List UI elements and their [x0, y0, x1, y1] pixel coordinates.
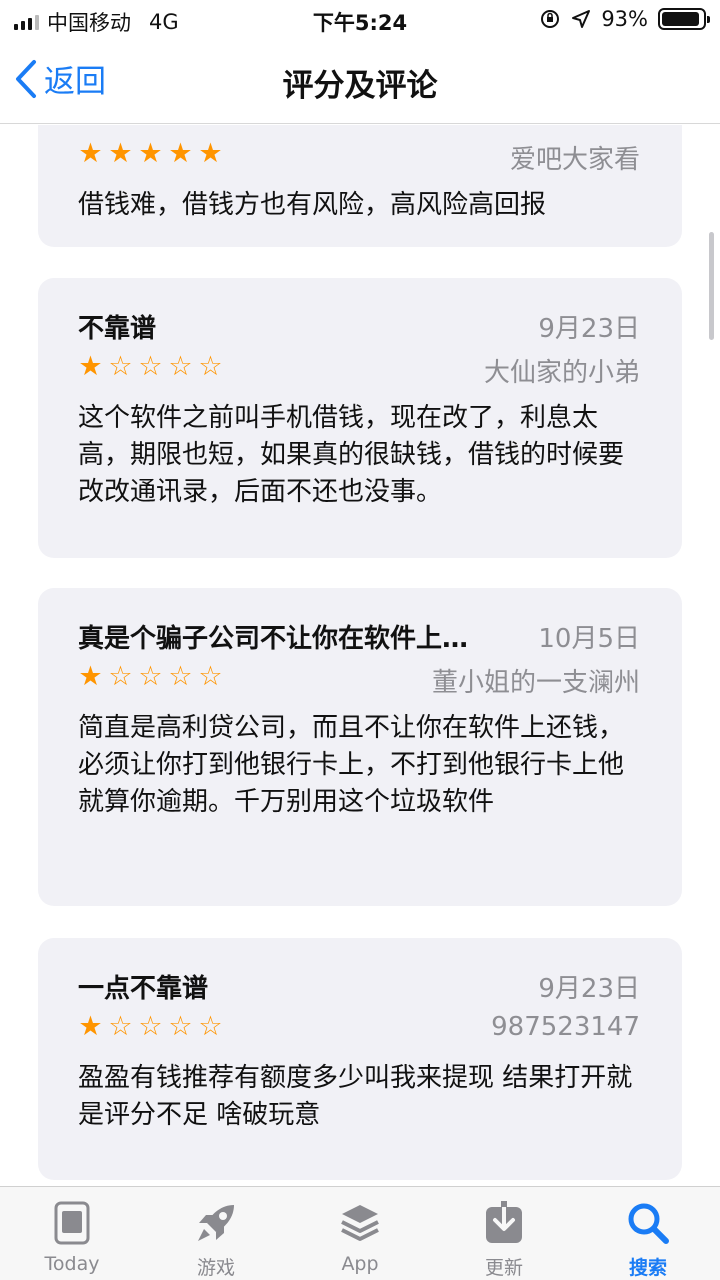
- star-rating: ★ ☆ ☆ ☆ ☆: [76, 662, 225, 692]
- star-empty-icon: ☆: [138, 661, 163, 692]
- orientation-lock-icon: [541, 10, 560, 28]
- review-body: 简直是高利贷公司，而且不让你在软件上还钱，必须让你打到他银行卡上，不打到他银行卡…: [78, 713, 625, 817]
- battery-icon: [658, 8, 710, 30]
- status-bar: 中国移动 4G 下午5:24 93%: [0, 0, 720, 40]
- review-author: 大仙家的小弟: [483, 358, 640, 388]
- star-empty-icon: ☆: [198, 661, 223, 692]
- tab-updates[interactable]: 更新: [432, 1187, 576, 1280]
- review-title: 不靠谱: [78, 314, 157, 344]
- tab-apps[interactable]: App: [288, 1187, 432, 1280]
- rocket-icon: [192, 1199, 240, 1247]
- chevron-left-icon: [16, 59, 36, 98]
- tab-today[interactable]: Today: [0, 1187, 144, 1280]
- star-empty-icon: ☆: [108, 351, 133, 382]
- download-icon: [480, 1199, 528, 1247]
- review-author: 董小姐的一支澜州: [431, 668, 640, 698]
- back-label: 返回: [44, 64, 106, 100]
- star-filled-icon: ★: [78, 1011, 103, 1042]
- location-arrow-icon: [572, 10, 591, 28]
- star-filled-icon: ★: [78, 138, 103, 169]
- star-rating: ★ ☆ ☆ ☆ ☆: [76, 1012, 225, 1042]
- star-empty-icon: ☆: [198, 1011, 223, 1042]
- tab-label: Today: [44, 1253, 100, 1275]
- tab-search[interactable]: 搜索: [576, 1187, 720, 1280]
- review-body: 借钱难，借钱方也有风险，高风险高回报: [78, 190, 547, 220]
- page-title: 评分及评论: [282, 68, 438, 104]
- star-empty-icon: ☆: [138, 1011, 163, 1042]
- tab-label: App: [341, 1253, 379, 1275]
- review-date: 9月23日: [538, 974, 640, 1004]
- star-filled-icon: ★: [138, 138, 163, 169]
- scroll-indicator[interactable]: [709, 232, 714, 340]
- reviews-list[interactable]: ★ ★ ★ ★ ★ 爱吧大家看 借钱难，借钱方也有风险，高风险高回报 不靠谱 9月23日…: [0, 125, 720, 1185]
- tab-bar: Today 游戏 App 更新 搜索: [0, 1186, 720, 1280]
- review-body: 这个软件之前叫手机借钱，现在改了，利息太高，期限也短，如果真的很缺钱，借钱的时候…: [78, 403, 625, 507]
- search-icon: [624, 1199, 672, 1247]
- star-filled-icon: ★: [108, 138, 133, 169]
- layers-icon: [336, 1199, 384, 1247]
- star-rating: ★ ☆ ☆ ☆ ☆: [76, 352, 225, 382]
- review-card[interactable]: 真是个骗子公司不让你在软件上… 10月5日 ★ ☆ ☆ ☆ ☆ 董小姐的一支澜州 简直是…: [38, 588, 682, 906]
- today-icon: [48, 1199, 96, 1247]
- review-card[interactable]: 一点不靠谱 9月23日 ★ ☆ ☆ ☆ ☆ 987523147 盈盈有钱推荐有额度多少叫…: [38, 938, 682, 1180]
- tab-label: 更新: [484, 1257, 523, 1279]
- review-body: 盈盈有钱推荐有额度多少叫我来提现 结果打开就是评分不足 啥破玩意: [78, 1063, 633, 1130]
- star-empty-icon: ☆: [108, 661, 133, 692]
- star-filled-icon: ★: [168, 138, 193, 169]
- review-card[interactable]: ★ ★ ★ ★ ★ 爱吧大家看 借钱难，借钱方也有风险，高风险高回报: [38, 125, 682, 247]
- tab-games[interactable]: 游戏: [144, 1187, 288, 1280]
- star-empty-icon: ☆: [198, 351, 223, 382]
- star-empty-icon: ☆: [168, 351, 193, 382]
- star-empty-icon: ☆: [108, 1011, 133, 1042]
- star-filled-icon: ★: [78, 661, 103, 692]
- star-empty-icon: ☆: [168, 1011, 193, 1042]
- star-empty-icon: ☆: [138, 351, 163, 382]
- review-author: 爱吧大家看: [509, 145, 640, 175]
- battery-percent: 93%: [601, 7, 648, 31]
- review-date: 10月5日: [538, 624, 640, 654]
- star-filled-icon: ★: [78, 351, 103, 382]
- review-title: 一点不靠谱: [78, 974, 209, 1004]
- review-author: 987523147: [491, 1012, 640, 1042]
- navigation-bar: 返回 评分及评论: [0, 40, 720, 124]
- star-rating: ★ ★ ★ ★ ★: [76, 139, 225, 169]
- tab-label: 搜索: [628, 1257, 667, 1279]
- tab-label: 游戏: [196, 1257, 235, 1279]
- review-title: 真是个骗子公司不让你在软件上…: [78, 624, 469, 654]
- review-card[interactable]: 不靠谱 9月23日 ★ ☆ ☆ ☆ ☆ 大仙家的小弟 这个软件之前叫手机借钱，现在改了，…: [38, 278, 682, 558]
- star-filled-icon: ★: [198, 138, 223, 169]
- review-date: 9月23日: [538, 314, 640, 344]
- star-empty-icon: ☆: [168, 661, 193, 692]
- back-button[interactable]: 返回: [14, 56, 106, 101]
